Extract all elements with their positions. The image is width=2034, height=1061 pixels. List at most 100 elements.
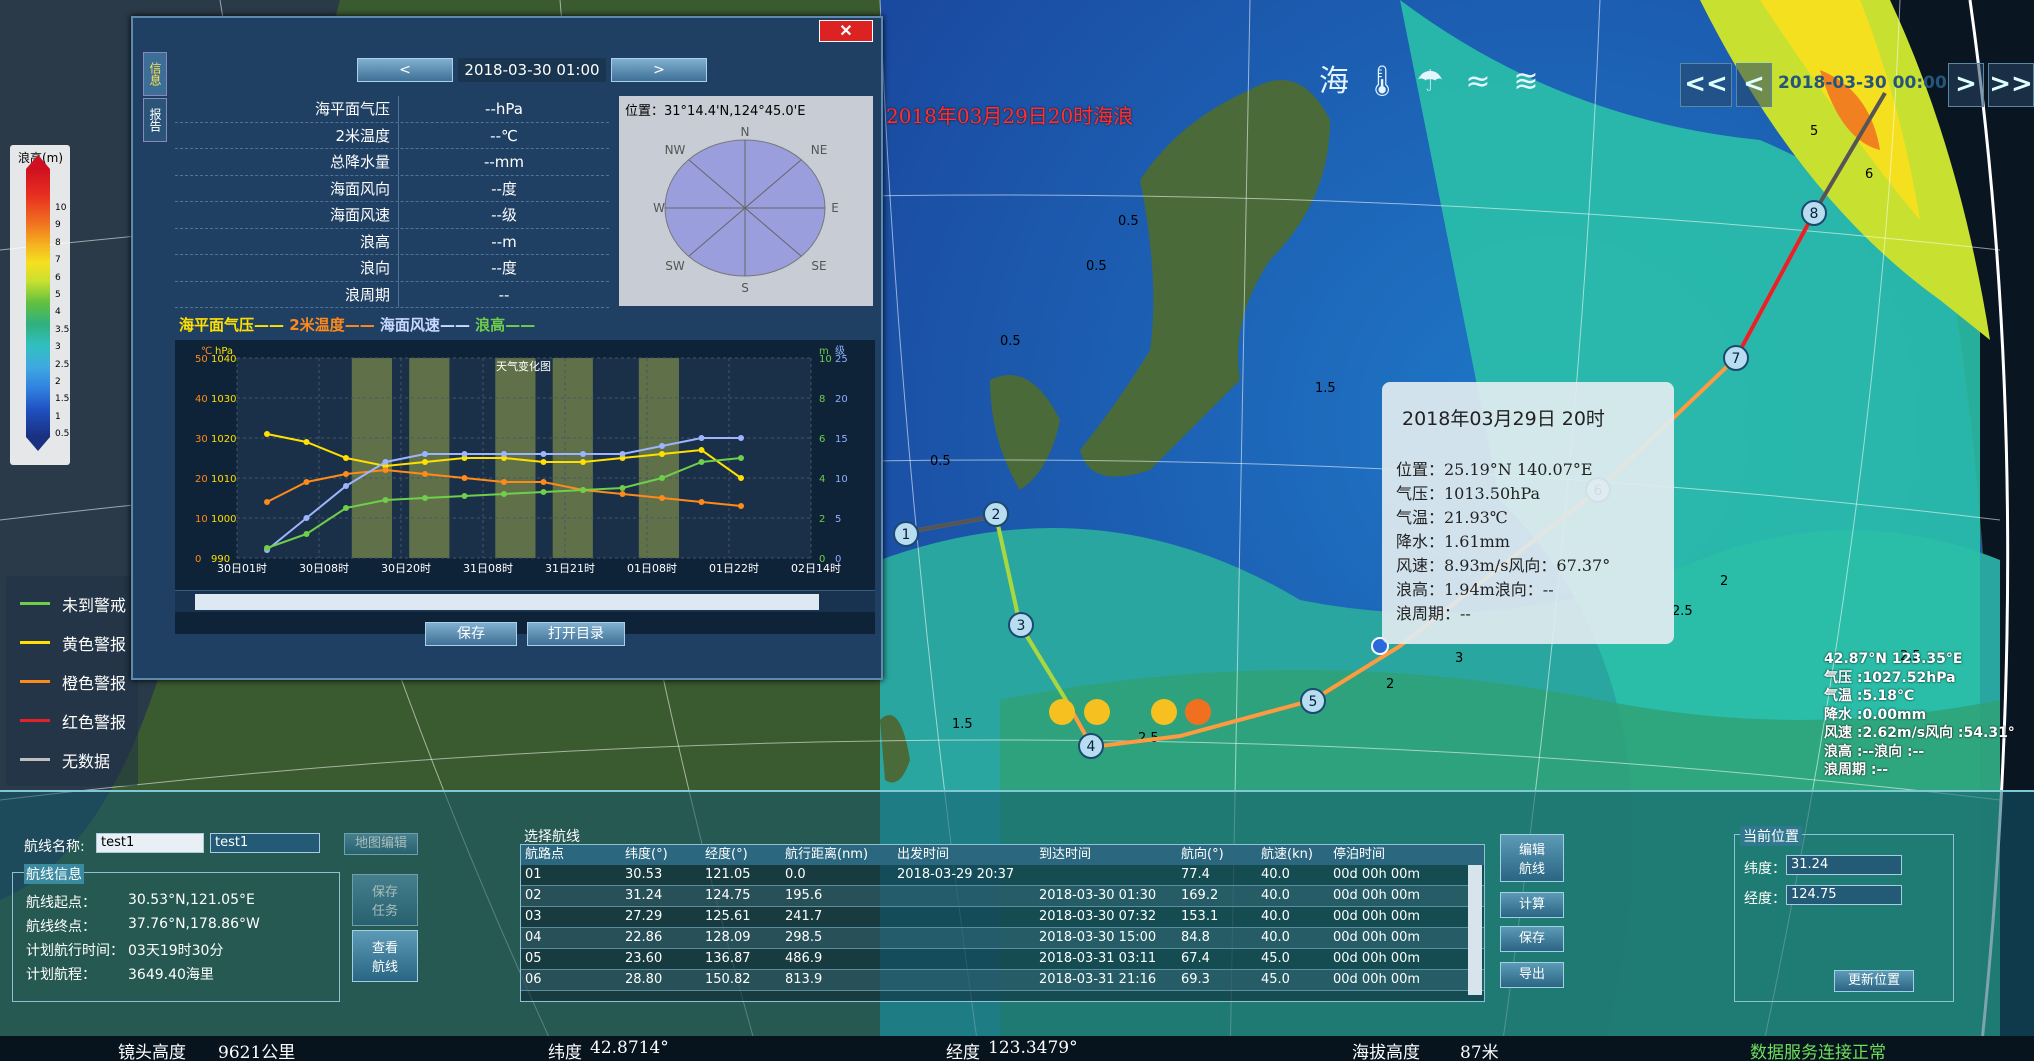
series-point (382, 459, 389, 465)
save-task-button[interactable]: 保存 任务 (352, 874, 418, 926)
table-row[interactable]: 02 31.24 124.75 195.6 2018-03-30 01:30 169.2 4… (521, 886, 1484, 907)
route-start-label: 航线起点： (26, 895, 96, 911)
tab-info[interactable]: 信息 (143, 52, 167, 96)
route-start-value: 30.53°N,121.05°E (128, 892, 255, 908)
table-cell: 67.4 (1181, 951, 1210, 966)
series-point (659, 443, 665, 449)
rain-icon[interactable]: ☂ (1406, 58, 1454, 106)
waypoint-7[interactable]: 7 (1723, 345, 1749, 371)
dialog-next-button[interactable]: > (611, 58, 707, 82)
time-prev-button[interactable]: < (1736, 63, 1772, 107)
table-row[interactable]: 04 22.86 128.09 298.5 2018-03-30 15:00 84.8 40… (521, 928, 1484, 949)
series-point (303, 479, 310, 485)
svg-text:0.5: 0.5 (930, 454, 951, 469)
view-route-button[interactable]: 查看 航线 (352, 930, 418, 982)
warning-swatch (20, 758, 50, 761)
svg-text:5: 5 (1810, 124, 1818, 139)
svg-text:0.5: 0.5 (1118, 214, 1139, 229)
x-tick-label: 30日20时 (381, 562, 431, 575)
weather-label: 海平面气压 (175, 96, 399, 122)
weather-row: 总降水量 --mm (175, 149, 609, 176)
legend-tick: 3 (55, 342, 61, 353)
warning-orange: 橙色警报 (6, 662, 138, 701)
popup-line: 浪周期：-- (1396, 604, 1471, 623)
compass-sw: SW (665, 259, 685, 273)
warning-yellow: 黄色警报 (6, 623, 138, 662)
weather-row: 浪高 --m (175, 228, 609, 255)
weather-value: --度 (491, 259, 517, 277)
table-cell: 69.3 (1181, 972, 1210, 987)
waypoint-4[interactable]: 4 (1078, 733, 1104, 759)
wind-icon[interactable]: ≈ (1454, 58, 1502, 106)
temp-unit: ℃ (201, 346, 212, 357)
export-button[interactable]: 导出 (1500, 962, 1564, 988)
series-point (461, 475, 468, 481)
table-scrollbar[interactable] (1468, 865, 1482, 995)
route-name-input[interactable]: test1 (210, 833, 320, 853)
waypoint-8[interactable]: 8 (1801, 200, 1827, 226)
time-first-button[interactable]: << (1680, 63, 1732, 107)
update-position-button[interactable]: 更新位置 (1834, 970, 1914, 992)
svg-text:2.5: 2.5 (1672, 604, 1693, 619)
scroll-thumb[interactable] (195, 594, 819, 610)
waypoint-5[interactable]: 5 (1300, 688, 1326, 714)
table-cell: 05 (525, 951, 542, 966)
table-cell: 40.0 (1261, 909, 1290, 924)
series-point (343, 471, 349, 477)
table-row[interactable]: 01 30.53 121.05 0.0 2018-03-29 20:37 77.4 40.0… (521, 865, 1484, 886)
table-cell: 0.0 (785, 867, 806, 882)
wave-icon[interactable]: 海 (1310, 58, 1358, 106)
edit-route-button[interactable]: 编辑 航线 (1500, 834, 1564, 882)
table-cell: 40.0 (1261, 888, 1290, 903)
sea-wave-icon[interactable]: ≋ (1502, 58, 1550, 106)
time-date: 2018-03-30 00:00 (1778, 73, 1947, 93)
weather-label: 浪周期 (175, 281, 399, 307)
column-header: 出发时间 (897, 847, 950, 862)
waypoint-2[interactable]: 2 (983, 501, 1009, 527)
route-time-label: 计划航行时间： (26, 943, 124, 959)
temp-tick: 40 (195, 394, 208, 405)
table-cell: 124.75 (705, 888, 751, 903)
series-point (738, 455, 744, 461)
weather-label: 海面风向 (175, 175, 399, 201)
table-row[interactable]: 06 28.80 150.82 813.9 2018-03-31 21:16 69.3 45… (521, 970, 1484, 991)
warning-swatch (20, 680, 50, 683)
popup-line: 位置：25.19°N 140.07°E (1396, 460, 1593, 479)
table-row[interactable]: 05 23.60 136.87 486.9 2018-03-31 03:11 67.4 45… (521, 949, 1484, 970)
thermometer-icon[interactable]: 🌡 (1358, 58, 1406, 106)
current-lat-input[interactable]: 31.24 (1786, 855, 1902, 875)
waypoint-1[interactable]: 1 (893, 521, 919, 547)
dialog-prev-button[interactable]: < (357, 58, 453, 82)
save-button[interactable]: 保存 (425, 622, 517, 646)
waypoint-3[interactable]: 3 (1008, 612, 1034, 638)
series-point (540, 459, 547, 465)
current-lon-input[interactable]: 124.75 (1786, 885, 1902, 905)
legend-tick: 9 (55, 220, 61, 231)
table-cell: 04 (525, 930, 542, 945)
route-name-select[interactable]: test1 (96, 833, 204, 853)
grid-save-button[interactable]: 保存 (1500, 926, 1564, 952)
pressure-tick: 1010 (211, 474, 236, 485)
time-last-button[interactable]: >> (1988, 63, 2034, 107)
tab-report[interactable]: 报告 (143, 98, 167, 142)
table-row[interactable]: 03 27.29 125.61 241.7 2018-03-30 07:32 153.1 4… (521, 907, 1484, 928)
close-button[interactable]: ✕ (819, 20, 873, 42)
series-point (343, 483, 349, 489)
current-title: 当前位置 (1740, 826, 1802, 846)
calculate-button[interactable]: 计算 (1500, 892, 1564, 918)
chart-scrollbar[interactable] (175, 590, 875, 612)
svg-text:4: 4 (1087, 739, 1096, 755)
table-cell: 153.1 (1181, 909, 1219, 924)
map-edit-button[interactable]: 地图编辑 (344, 833, 418, 855)
series-point (580, 459, 586, 465)
legend-tick: 7 (55, 255, 61, 266)
legend-tick: 1 (55, 411, 61, 422)
weather-label: 浪高 (175, 228, 399, 254)
wave-unit: m (819, 346, 829, 357)
table-cell: 121.05 (705, 867, 751, 882)
warning-none: 未到警戒 (6, 584, 138, 623)
time-next-button[interactable]: > (1948, 63, 1984, 107)
open-folder-button[interactable]: 打开目录 (527, 622, 625, 646)
svg-text:8: 8 (1810, 206, 1819, 222)
table-cell: 45.0 (1261, 951, 1290, 966)
